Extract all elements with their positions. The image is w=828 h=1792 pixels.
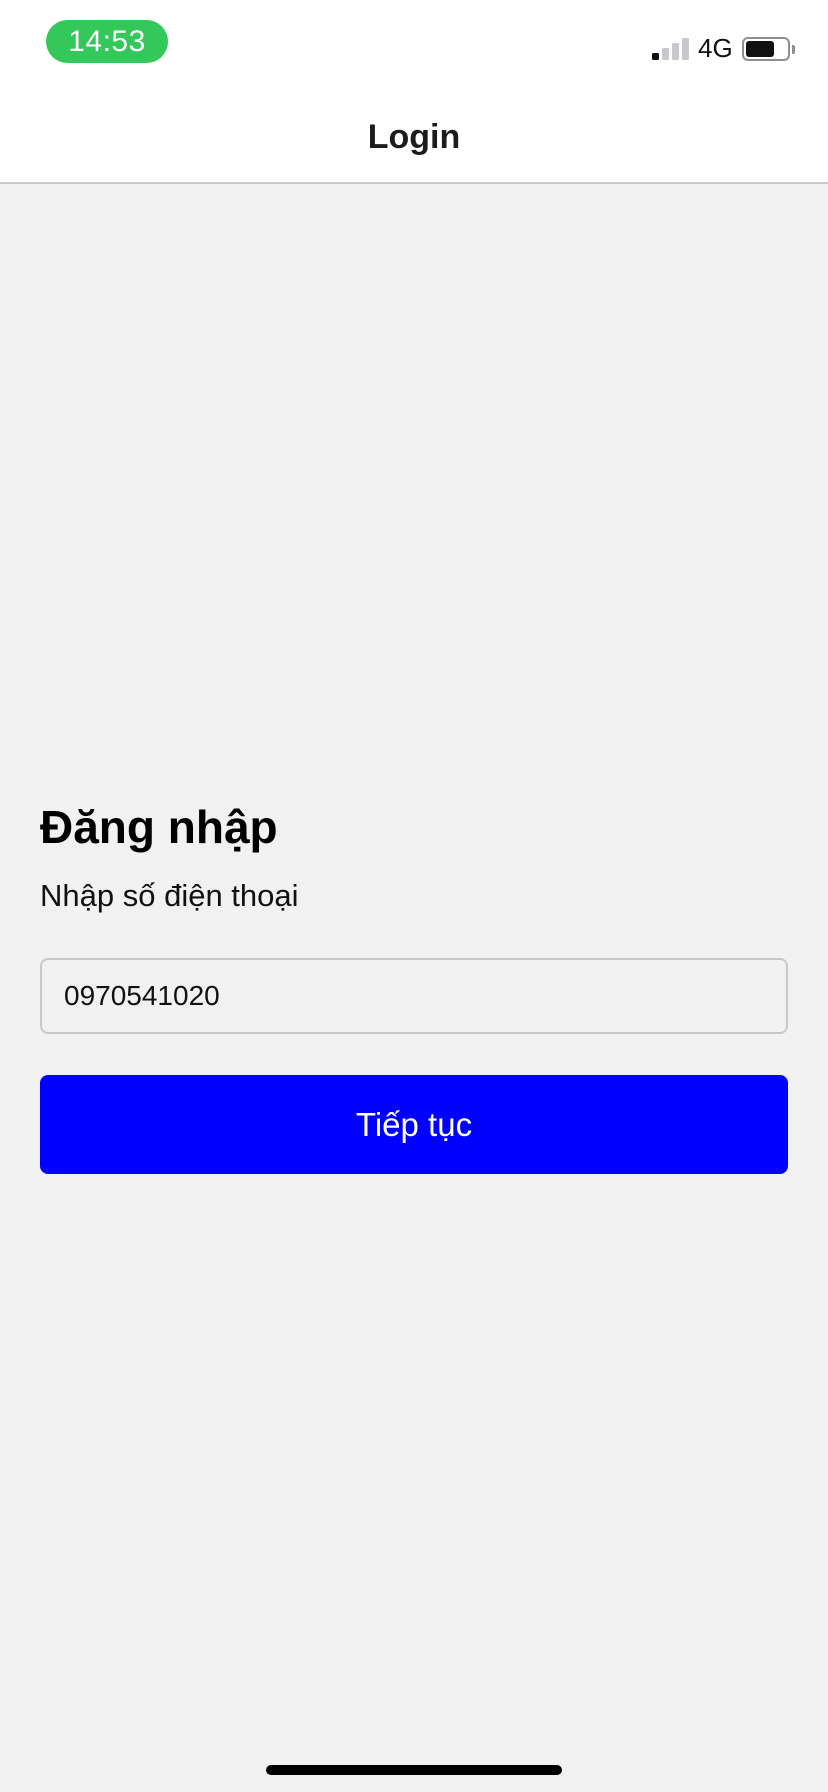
page-heading: Đăng nhập — [40, 801, 278, 853]
battery-cap — [792, 45, 795, 54]
cellular-signal-icon — [652, 38, 689, 60]
phone-number-input[interactable] — [40, 958, 788, 1034]
home-indicator[interactable] — [266, 1765, 562, 1775]
nav-title: Login — [367, 118, 461, 156]
battery-level — [746, 41, 774, 57]
signal-bar — [682, 38, 689, 60]
status-time: 14:53 — [46, 20, 168, 63]
signal-bar — [662, 48, 669, 60]
continue-button[interactable]: Tiếp tục — [40, 1075, 788, 1174]
network-type: 4G — [698, 33, 733, 63]
signal-bar — [672, 43, 679, 60]
phone-label: Nhập số điện thoại — [40, 878, 299, 913]
battery-icon — [742, 37, 790, 61]
signal-bar — [652, 53, 659, 60]
login-screen: 14:53 4G Login Đăng nhập Nhập số điện th… — [0, 0, 828, 1792]
top-bar: 14:53 4G Login — [0, 0, 828, 184]
